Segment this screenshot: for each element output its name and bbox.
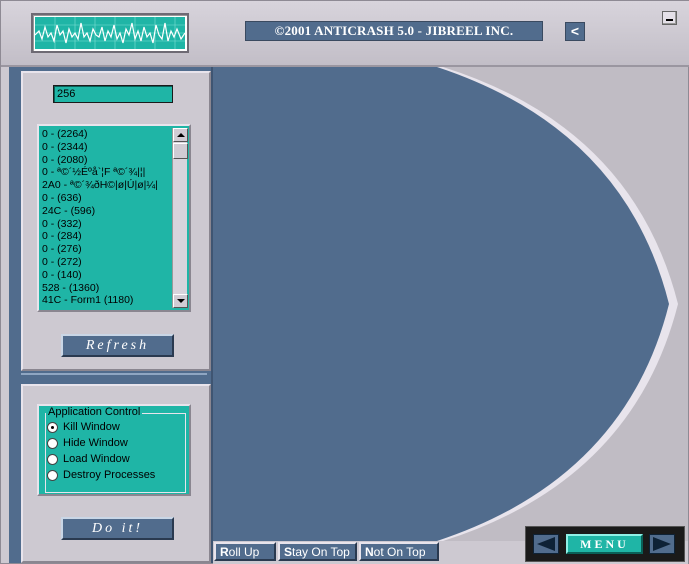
radio-option[interactable]: Destroy Processes bbox=[47, 468, 155, 482]
list-item[interactable]: 24C - (596) bbox=[41, 205, 175, 218]
radio-label: Load Window bbox=[63, 453, 130, 465]
list-item[interactable]: 0 - (140) bbox=[41, 269, 175, 282]
application-control-title: Application Control bbox=[46, 406, 143, 418]
radio-button[interactable] bbox=[47, 421, 58, 433]
list-item[interactable]: 0 - (284) bbox=[41, 230, 175, 243]
roll-up-button[interactable]: Roll Up bbox=[214, 542, 276, 561]
list-item[interactable]: 2A0 - ª©´¾ðH©|ø|Ú|ø|¼| bbox=[41, 179, 175, 192]
panel-divider bbox=[21, 373, 207, 382]
list-item[interactable]: 0 - (276) bbox=[41, 243, 175, 256]
list-item[interactable]: 0 - (2264) bbox=[41, 128, 175, 141]
app-title: ©2001 ANTICRASH 5.0 - JIBREEL INC. bbox=[245, 21, 543, 41]
list-item[interactable]: 0 - (332) bbox=[41, 218, 175, 231]
left-arrow-icon[interactable] bbox=[533, 534, 559, 554]
not-on-top-button[interactable]: Not On Top bbox=[359, 542, 439, 561]
refresh-button[interactable]: Refresh bbox=[61, 334, 174, 357]
application-control-group: Application Control Kill Window Hide Wind… bbox=[37, 404, 191, 496]
list-item[interactable]: 0 - (272) bbox=[41, 256, 175, 269]
list-item[interactable]: 0 - (2080) bbox=[41, 154, 175, 167]
right-arrow-icon[interactable] bbox=[649, 534, 675, 554]
minimize-button[interactable] bbox=[662, 11, 677, 25]
arc-backdrop bbox=[213, 67, 688, 541]
scroll-down-button[interactable] bbox=[173, 294, 188, 308]
pid-input[interactable]: 256 bbox=[53, 85, 173, 103]
anticrash-window: ©2001 ANTICRASH 5.0 - JIBREEL INC. < 256… bbox=[0, 0, 689, 564]
scroll-up-button[interactable] bbox=[173, 128, 188, 142]
process-list-scrollbar[interactable] bbox=[172, 128, 188, 308]
header-bar: ©2001 ANTICRASH 5.0 - JIBREEL INC. < bbox=[1, 1, 689, 67]
list-item[interactable]: 528 - (1360) bbox=[41, 282, 175, 295]
main-display bbox=[213, 67, 688, 541]
list-item[interactable]: 0 - (636) bbox=[41, 192, 175, 205]
waveform-icon bbox=[34, 17, 186, 49]
scroll-thumb[interactable] bbox=[173, 143, 188, 159]
radio-option[interactable]: Kill Window bbox=[47, 420, 120, 434]
menu-button[interactable]: MENU bbox=[566, 534, 643, 554]
radio-label: Kill Window bbox=[63, 421, 120, 433]
process-list-items: 0 - (2264) 0 - (2344) 0 - (2080) 0 - ª©´½Éº… bbox=[41, 128, 175, 308]
list-item[interactable]: 41C - Form1 (1180) bbox=[41, 294, 175, 307]
do-it-button[interactable]: Do it! bbox=[61, 517, 174, 540]
list-item[interactable]: 0 - ª©´½Éºå`¦F ª©´¾|¦| bbox=[41, 166, 175, 179]
list-item[interactable]: 0 - (2344) bbox=[41, 141, 175, 154]
radio-option[interactable]: Hide Window bbox=[47, 436, 128, 450]
radio-label: Hide Window bbox=[63, 437, 128, 449]
waveform-display bbox=[31, 13, 189, 53]
stay-on-top-button[interactable]: Stay On Top bbox=[278, 542, 357, 561]
process-list[interactable]: 0 - (2264) 0 - (2344) 0 - (2080) 0 - ª©´½Éº… bbox=[37, 124, 191, 312]
collapse-button[interactable]: < bbox=[565, 22, 585, 41]
radio-button[interactable] bbox=[47, 437, 58, 449]
radio-label: Destroy Processes bbox=[63, 469, 156, 481]
radio-button[interactable] bbox=[47, 469, 58, 481]
radio-button[interactable] bbox=[47, 453, 58, 465]
radio-option[interactable]: Load Window bbox=[47, 452, 130, 466]
